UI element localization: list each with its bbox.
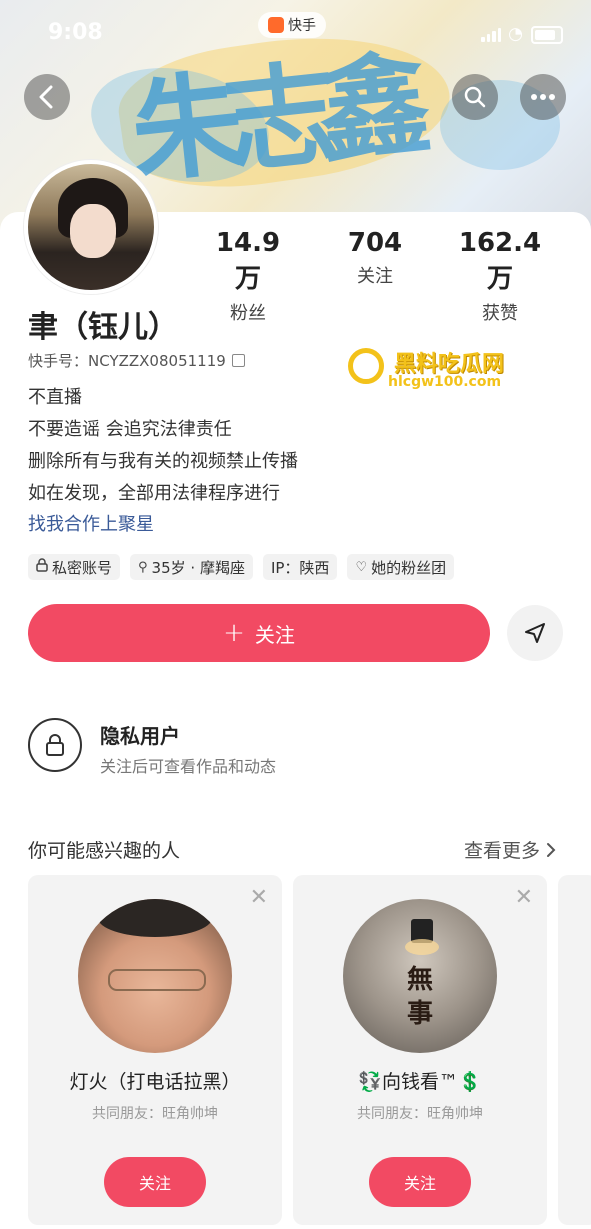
search-button[interactable] [452, 74, 498, 120]
back-button[interactable] [24, 74, 70, 120]
tag-fan-club[interactable]: ♡ 她的粉丝团 [347, 554, 455, 580]
lock-icon [46, 734, 64, 756]
avatar-face [70, 204, 116, 258]
stat-likes[interactable]: 162.4万 获赞 [448, 228, 552, 325]
wifi-icon: ◔ [508, 24, 523, 44]
app-name: 快手 [288, 18, 316, 34]
bio-line: 删除所有与我有关的视频禁止传播 [28, 451, 298, 472]
close-icon[interactable]: ✕ [515, 885, 533, 910]
profile-avatar[interactable] [24, 160, 158, 294]
search-person-icon: ⚲ [138, 559, 148, 575]
bio-line: 如在发现，全部用法律程序进行 [28, 483, 280, 504]
tag-ip-location: IP：陕西 [262, 554, 338, 580]
battery-icon [531, 26, 563, 44]
status-bar: 9:08 快手 ◔ [0, 0, 591, 70]
profile-tags: 私密账号 ⚲ 35岁 · 摩羯座 IP：陕西 ♡ 她的粉丝团 [28, 554, 455, 580]
kuaishou-id-value: NCYZZX08051119 [88, 351, 226, 370]
stat-following[interactable]: 704 关注 [340, 228, 410, 288]
chevron-right-icon [547, 842, 556, 857]
tag-age-zodiac: ⚲ 35岁 · 摩羯座 [130, 554, 253, 580]
stat-label: 粉丝 [230, 303, 266, 324]
kuaishou-logo-icon [268, 17, 284, 33]
send-icon [525, 623, 545, 643]
bio-line: 不要造谣 会追究法律责任 [28, 419, 232, 440]
more-icon [531, 94, 555, 100]
see-more-link[interactable]: 查看更多 [464, 836, 556, 863]
stat-value: 162.4万 [458, 228, 542, 294]
follow-button[interactable]: + 关注 [28, 604, 490, 662]
recommendation-avatar[interactable]: 無 事 [343, 899, 497, 1053]
share-button[interactable] [507, 605, 563, 661]
close-icon[interactable]: ✕ [250, 885, 268, 910]
avatar-glow [405, 939, 439, 955]
avatar-sign-text: 無 事 [406, 965, 433, 1029]
recommendations-title: 你可能感兴趣的人 [28, 840, 181, 862]
tag-label: 她的粉丝团 [371, 558, 447, 577]
kuaishou-id-label: 快手号： [28, 352, 89, 370]
private-title: 隐私用户 [100, 724, 180, 748]
more-button[interactable] [520, 74, 566, 120]
heart-icon: ♡ [355, 559, 368, 575]
stat-value: 14.9万 [215, 228, 281, 294]
recommendation-card-peek[interactable] [558, 875, 591, 1225]
recommendation-card[interactable]: ✕ 無 事 💱向钱看™💲 共同朋友：旺角帅坤 关注 [293, 875, 547, 1225]
tag-label: 私密账号 [52, 558, 113, 577]
follow-label: 关注 [254, 622, 295, 647]
chevron-left-icon [39, 85, 53, 109]
recommendation-avatar[interactable] [78, 899, 232, 1053]
app-indicator: 快手 [258, 12, 326, 38]
signal-icon [481, 26, 501, 42]
recommendation-follow-button[interactable]: 关注 [369, 1157, 471, 1207]
stat-followers[interactable]: 14.9万 粉丝 [206, 228, 290, 325]
recommendation-mutual: 共同朋友：旺角帅坤 [357, 1106, 483, 1122]
bio-link[interactable]: 找我合作上聚星 [28, 510, 154, 536]
plus-icon: + [223, 618, 245, 648]
recommendation-name: 灯火（打电话拉黑） [69, 1071, 241, 1093]
stat-label: 获赞 [482, 303, 518, 324]
search-icon [464, 86, 486, 108]
profile-name: 聿（钰儿） [28, 310, 178, 345]
stat-label: 关注 [357, 266, 393, 287]
tag-label: 35岁 · 摩羯座 [151, 558, 245, 577]
status-time: 9:08 [48, 20, 103, 45]
tag-private-account: 私密账号 [28, 554, 121, 580]
recommendation-name: 💱向钱看™💲 [358, 1071, 482, 1093]
avatar-glasses [108, 969, 206, 991]
avatar-hair [98, 899, 212, 937]
tag-label: IP：陕西 [270, 558, 330, 577]
stat-value: 704 [347, 228, 403, 258]
watermark-url: hlcgw100.com [388, 374, 502, 390]
recommendation-follow-button[interactable]: 关注 [104, 1157, 206, 1207]
private-lock-badge [28, 718, 82, 772]
watermark-logo-icon [348, 348, 384, 384]
recommendation-card[interactable]: ✕ 灯火（打电话拉黑） 共同朋友：旺角帅坤 关注 [28, 875, 282, 1225]
lock-icon [36, 558, 48, 576]
bio-line: 不直播 [28, 387, 82, 408]
private-subtitle: 关注后可查看作品和动态 [100, 757, 277, 776]
kuaishou-id[interactable]: 快手号： NCYZZX08051119 [28, 350, 245, 371]
see-more-label: 查看更多 [464, 840, 541, 862]
recommendation-mutual: 共同朋友：旺角帅坤 [92, 1106, 218, 1122]
copy-icon[interactable] [231, 354, 245, 367]
profile-bio: 不直播 不要造谣 会追究法律责任 删除所有与我有关的视频禁止传播 如在发现，全部… [28, 382, 298, 510]
